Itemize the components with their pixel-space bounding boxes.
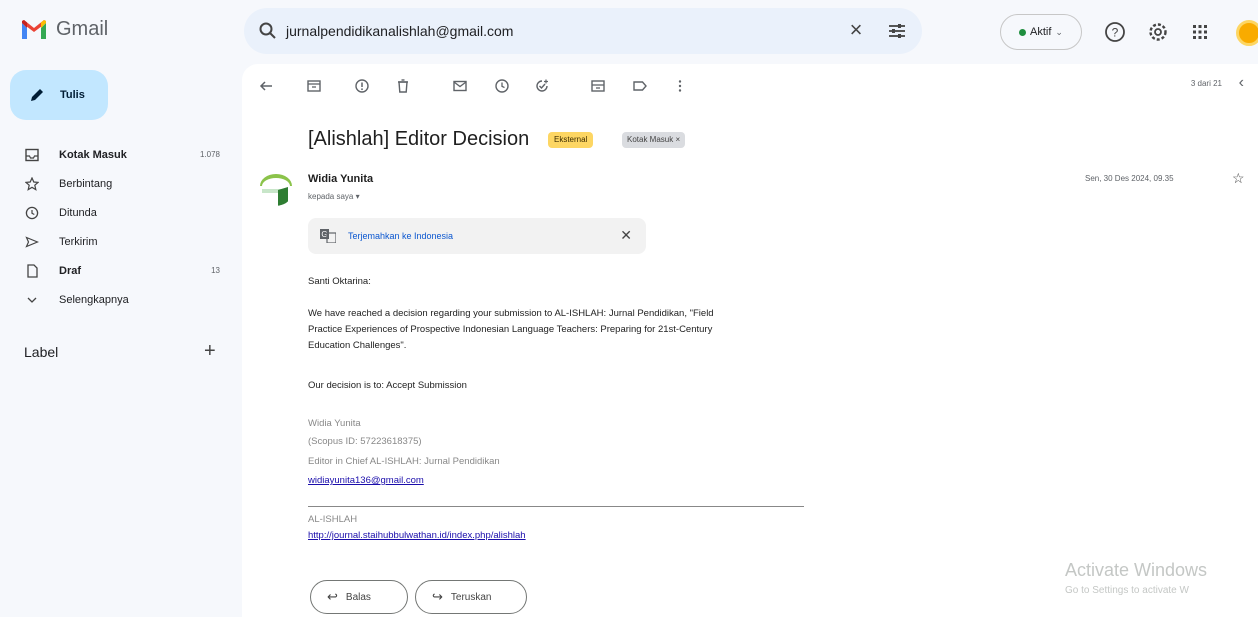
footer-org: AL-ISHLAH (308, 514, 358, 525)
compose-label: Tulis (60, 89, 85, 101)
sidebar-item-inbox[interactable]: Kotak Masuk 1.078 (0, 140, 236, 169)
archive-icon[interactable] (306, 78, 322, 94)
app-name: Gmail (56, 18, 109, 40)
translate-bar: G Terjemahkan ke Indonesia ✕ (308, 218, 646, 254)
apps-grid-icon[interactable] (1188, 20, 1212, 44)
sidebar-item-label: Terkirim (59, 235, 98, 248)
sender-avatar (258, 170, 294, 206)
sidebar-item-label: Draf (59, 264, 82, 277)
account-avatar[interactable] (1236, 20, 1258, 46)
reply-button[interactable]: ↩ Balas (310, 580, 408, 614)
email-subject: [Alishlah] Editor Decision (308, 128, 530, 150)
sender-name[interactable]: Widia Yunita (308, 173, 373, 185)
activation-watermark-subtitle: Go to Settings to activate W (1065, 585, 1189, 596)
sidebar-item-label: Kotak Masuk (59, 148, 127, 161)
inbox-icon (25, 148, 39, 161)
signature-scopus: (Scopus ID: 57223618375) (308, 436, 422, 447)
clear-search-icon[interactable]: × (844, 19, 868, 43)
sidebar-item-starred[interactable]: Berbintang (0, 169, 236, 198)
svg-text:?: ? (1112, 26, 1119, 40)
forward-button[interactable]: ↪ Teruskan (415, 580, 527, 614)
help-icon[interactable]: ? (1103, 20, 1127, 44)
signature-name: Widia Yunita (308, 418, 361, 429)
sender-logo-icon (260, 174, 292, 206)
sidebar-item-label: Ditunda (59, 206, 97, 219)
signature-email-link[interactable]: widiayunita136@gmail.com (308, 475, 424, 486)
email-date: Sen, 30 Des 2024, 09.35 (1085, 174, 1174, 183)
status-label: Aktif (1030, 26, 1052, 38)
inbox-count: 1.078 (199, 150, 220, 159)
reply-label: Balas (345, 591, 371, 603)
sidebar-item-label: Selengkapnya (59, 293, 129, 306)
email-greeting: Santi Oktarina: (308, 276, 371, 287)
labels-heading: Label (24, 344, 59, 360)
drafts-count: 13 (211, 266, 220, 275)
signature-role: Editor in Chief AL-ISHLAH: Jurnal Pendid… (308, 456, 500, 467)
snooze-clock-icon[interactable] (494, 78, 510, 94)
footer-url-link[interactable]: http://journal.staihubbulwathan.id/index… (308, 530, 526, 541)
translate-link[interactable]: Terjemahkan ke Indonesia (348, 231, 453, 241)
chevron-left-icon[interactable]: ‹ (1239, 74, 1244, 92)
sidebar-item-label: Berbintang (59, 177, 113, 190)
sidebar-item-drafts[interactable]: Draf 13 (0, 256, 236, 285)
more-vertical-icon[interactable] (672, 78, 688, 94)
email-view: 3 dari 21 ‹ [Alishlah] Editor Decision E… (242, 64, 1258, 617)
sidebar-item-sent[interactable]: Terkirim (0, 227, 236, 256)
status-dot-icon (1019, 28, 1027, 36)
external-badge: Eksternal (548, 132, 594, 148)
label-tag-icon[interactable] (632, 78, 648, 94)
signature-divider (308, 506, 804, 507)
back-arrow-icon[interactable] (258, 78, 274, 94)
chevron-down-icon (27, 297, 37, 303)
gmail-logo[interactable]: Gmail (20, 18, 108, 41)
clock-icon (25, 206, 39, 219)
email-paragraph: We have reached a decision regarding you… (308, 308, 714, 351)
inbox-label-chip[interactable]: Kotak Masuk × (622, 132, 686, 148)
status-selector[interactable]: Aktif ⌄ (1000, 14, 1082, 50)
top-bar: Gmail jurnalpendidikanalishlah@gmail.com… (0, 0, 1258, 64)
forward-label: Teruskan (450, 591, 492, 603)
search-input[interactable]: jurnalpendidikanalishlah@gmail.com (286, 23, 844, 39)
pencil-icon (31, 89, 43, 101)
send-icon (25, 235, 39, 248)
search-icon[interactable] (258, 21, 278, 41)
sidebar-item-snoozed[interactable]: Ditunda (0, 198, 236, 227)
report-spam-icon[interactable] (354, 78, 370, 94)
compose-button[interactable]: Tulis (10, 70, 108, 120)
search-options-icon[interactable] (886, 20, 908, 42)
forward-arrow-icon: ↪ (432, 589, 443, 604)
reply-arrow-icon: ↩ (327, 589, 338, 604)
gmail-m-icon (22, 19, 46, 39)
star-icon (25, 176, 39, 191)
mark-unread-icon[interactable] (452, 78, 468, 94)
recipient-details[interactable]: kepada saya ▾ (308, 192, 360, 201)
search-bar[interactable]: jurnalpendidikanalishlah@gmail.com × (244, 8, 922, 54)
translate-icon: G (320, 229, 336, 243)
email-decision: Our decision is to: Accept Submission (308, 380, 467, 391)
move-to-icon[interactable] (590, 78, 606, 94)
draft-file-icon (27, 263, 38, 278)
sidebar-nav: Kotak Masuk 1.078 Berbintang Ditunda Ter… (0, 140, 236, 314)
chevron-down-icon: ⌄ (1055, 26, 1063, 37)
delete-trash-icon[interactable] (395, 78, 411, 94)
activation-watermark-title: Activate Windows (1065, 560, 1208, 580)
add-label-icon[interactable]: + (204, 340, 216, 363)
star-icon[interactable]: ☆ (1232, 170, 1245, 187)
settings-gear-icon[interactable] (1146, 20, 1170, 44)
pagination-text: 3 dari 21 (1190, 79, 1222, 88)
sidebar-item-more[interactable]: Selengkapnya (0, 285, 236, 314)
close-icon[interactable]: ✕ (620, 227, 632, 244)
add-task-icon[interactable] (534, 78, 550, 94)
gmail-window: Gmail jurnalpendidikanalishlah@gmail.com… (0, 0, 1258, 617)
